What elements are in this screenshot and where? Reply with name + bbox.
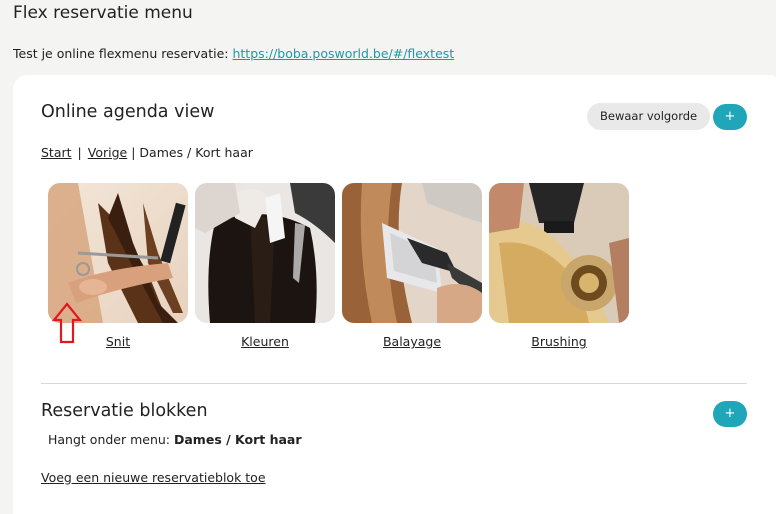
breadcrumb: Start | Vorige | Dames / Kort haar (41, 145, 253, 160)
arrow-up-icon (52, 302, 82, 344)
parent-menu-value: Dames / Kort haar (174, 432, 302, 447)
parent-menu-label: Hangt onder menu: (48, 432, 174, 447)
tile-label[interactable]: Balayage (342, 334, 482, 349)
test-line: Test je online flexmenu reservatie: http… (13, 46, 454, 61)
agenda-section-title: Online agenda view (41, 102, 215, 122)
menu-tile-kleuren[interactable]: Kleuren (195, 183, 335, 349)
add-reservation-block-link[interactable]: Voeg een nieuwe reservatieblok toe (41, 470, 266, 485)
breadcrumb-start[interactable]: Start (41, 145, 72, 160)
tile-label[interactable]: Kleuren (195, 334, 335, 349)
menu-tile-balayage[interactable]: Balayage (342, 183, 482, 349)
balayage-image (342, 183, 482, 323)
page-title: Flex reservatie menu (13, 3, 193, 23)
main-card: Online agenda view Bewaar volgorde + Sta… (13, 75, 776, 514)
brushing-image (489, 183, 629, 323)
tile-label[interactable]: Brushing (489, 334, 629, 349)
flextest-link[interactable]: https://boba.posworld.be/#/flextest (232, 46, 454, 61)
breadcrumb-separator: | (131, 145, 136, 160)
breadcrumb-previous[interactable]: Vorige (88, 145, 127, 160)
blocks-section-title: Reservatie blokken (41, 401, 208, 421)
section-divider (41, 383, 747, 384)
save-order-button[interactable]: Bewaar volgorde (587, 103, 711, 130)
add-block-button[interactable]: + (713, 401, 747, 427)
parent-menu-info: Hangt onder menu: Dames / Kort haar (48, 432, 302, 447)
add-menu-button[interactable]: + (713, 104, 747, 130)
coloring-image (195, 183, 335, 323)
breadcrumb-separator: | (77, 145, 82, 160)
menu-tile-brushing[interactable]: Brushing (489, 183, 629, 349)
test-text: Test je online flexmenu reservatie: (13, 46, 233, 61)
breadcrumb-current: Dames / Kort haar (139, 145, 253, 160)
